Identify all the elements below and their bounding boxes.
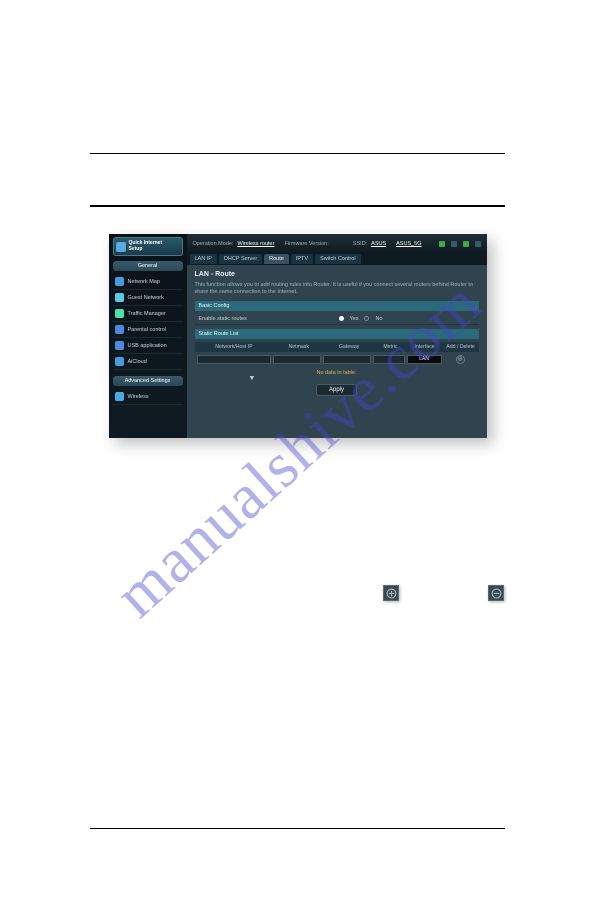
status-icon: [475, 241, 481, 247]
interface-select[interactable]: LAN: [407, 355, 442, 364]
sidebar-item-traffic-manager[interactable]: Traffic Manager: [113, 306, 183, 322]
th-add-delete: Add / Delete: [443, 344, 479, 350]
content-tabs: LAN IP DHCP Server Route IPTV Switch Con…: [187, 253, 487, 265]
cloud-icon: [115, 357, 124, 366]
divider-bottom: [90, 828, 505, 829]
network-map-icon: [115, 277, 124, 286]
radio-yes[interactable]: [339, 316, 344, 321]
enable-static-routes-row: Enable static routes Yes No: [195, 313, 479, 325]
sidebar-item-label: Guest Network: [128, 295, 164, 301]
route-table-header: Network/Host IP Netmask Gateway Metric I…: [195, 342, 479, 352]
sidebar-item-aicloud[interactable]: AiCloud: [113, 354, 183, 370]
sidebar-item-usb-application[interactable]: USB application: [113, 338, 183, 354]
sidebar-header-advanced: Advanced Settings: [113, 376, 183, 386]
status-icon: [451, 241, 457, 247]
static-route-list-header: Static Route List: [195, 329, 479, 339]
router-topbar: Operation Mode: Wireless router Firmware…: [187, 234, 487, 253]
sidebar-item-label: Traffic Manager: [128, 311, 166, 317]
document-page: Quick Internet Setup General Network Map…: [0, 0, 595, 897]
th-network-host-ip: Network/Host IP: [195, 344, 274, 350]
add-icon: [383, 585, 399, 601]
radio-no[interactable]: [364, 316, 369, 321]
wireless-icon: [115, 392, 124, 401]
sidebar-item-network-map[interactable]: Network Map: [113, 274, 183, 290]
sidebar-item-label: USB application: [128, 343, 167, 349]
sidebar-item-guest-network[interactable]: Guest Network: [113, 290, 183, 306]
usb-icon: [115, 341, 124, 350]
status-icon: [439, 241, 445, 247]
operation-mode-value[interactable]: Wireless router: [237, 241, 274, 247]
status-icon: [463, 241, 469, 247]
no-data-message: No data in table.: [195, 370, 479, 376]
netmask-input[interactable]: [273, 355, 321, 364]
traffic-manager-icon: [115, 309, 124, 318]
divider-top: [90, 153, 505, 154]
delete-icon: [488, 585, 504, 601]
basic-config-header: Basic Config: [195, 301, 479, 311]
sidebar-item-label: Network Map: [128, 279, 160, 285]
route-input-row: LAN ⊕: [195, 352, 479, 366]
sidebar-item-label: AiCloud: [128, 359, 147, 365]
network-host-ip-input[interactable]: [197, 355, 271, 364]
radio-yes-label: Yes: [350, 316, 359, 322]
firmware-label: Firmware Version:: [284, 241, 328, 247]
enable-static-routes-label: Enable static routes: [195, 316, 339, 322]
radio-no-label: No: [375, 316, 382, 322]
th-gateway: Gateway: [324, 344, 374, 350]
ssid-value-2: ASUS_5G: [396, 241, 421, 247]
ssid-value-1: ASUS: [371, 241, 386, 247]
th-netmask: Netmask: [274, 344, 324, 350]
gateway-input[interactable]: [323, 355, 371, 364]
router-content: LAN - Route This function allows you to …: [187, 265, 487, 438]
quick-internet-setup-button[interactable]: Quick Internet Setup: [113, 237, 183, 256]
qis-icon: [116, 242, 126, 252]
apply-button[interactable]: Apply: [316, 384, 357, 396]
page-description: This function allows you to add routing …: [195, 282, 479, 296]
lock-icon: [115, 325, 124, 334]
tab-switch-control[interactable]: Switch Control: [315, 254, 360, 264]
th-metric: Metric: [374, 344, 406, 350]
add-route-button[interactable]: ⊕: [456, 355, 465, 364]
qis-label: Quick Internet Setup: [129, 241, 163, 252]
operation-mode-label: Operation Mode:: [193, 241, 234, 247]
sidebar-item-wireless[interactable]: Wireless: [113, 389, 183, 405]
sidebar-item-parental-control[interactable]: Parental control: [113, 322, 183, 338]
ssid-label: SSID:: [353, 241, 367, 247]
divider-mid: [90, 205, 505, 207]
tab-route[interactable]: Route: [264, 254, 289, 264]
guest-network-icon: [115, 293, 124, 302]
tab-dhcp-server[interactable]: DHCP Server: [219, 254, 262, 264]
tab-lan-ip[interactable]: LAN IP: [190, 254, 217, 264]
sidebar-item-label: Wireless: [128, 394, 149, 400]
topbar-status-icons: [439, 241, 481, 247]
sidebar-header-general: General: [113, 261, 183, 271]
th-interface: Interface: [407, 344, 443, 350]
router-sidebar: Quick Internet Setup General Network Map…: [109, 234, 187, 438]
dropdown-arrow-icon[interactable]: ▼: [249, 375, 256, 382]
metric-input[interactable]: [373, 355, 405, 364]
page-title: LAN - Route: [195, 271, 479, 278]
sidebar-item-label: Parental control: [128, 327, 167, 333]
tab-iptv[interactable]: IPTV: [291, 254, 313, 264]
router-screenshot: Quick Internet Setup General Network Map…: [109, 234, 487, 438]
